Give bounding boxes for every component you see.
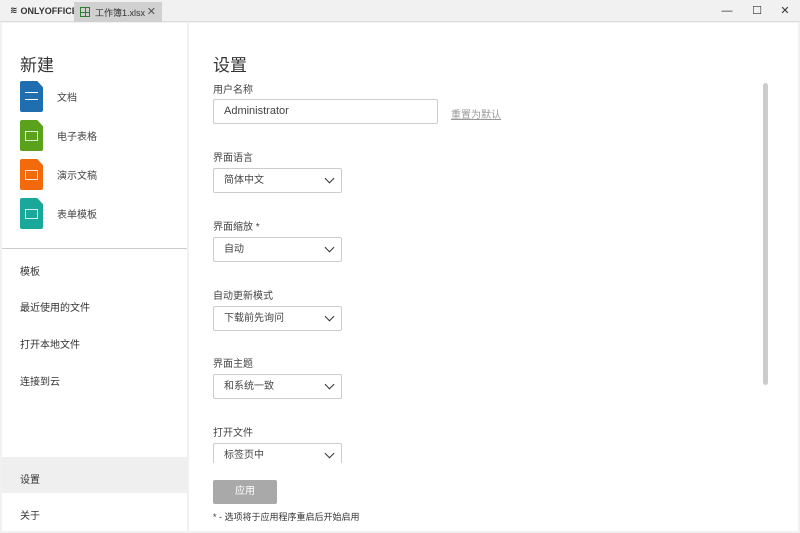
new-title: 新建 xyxy=(20,56,54,75)
username-input[interactable]: Administrator xyxy=(213,99,438,124)
language-select[interactable]: 简体中文 xyxy=(213,168,342,193)
apply-button[interactable]: 应用 xyxy=(213,480,277,504)
layers-icon: ≋ xyxy=(10,5,18,15)
update-mode-select[interactable]: 下载前先询问 xyxy=(213,306,342,331)
theme-label: 界面主题 xyxy=(213,359,253,370)
nav-open-local[interactable]: 打开本地文件 xyxy=(20,336,80,351)
form-icon xyxy=(20,198,43,229)
chevron-down-icon xyxy=(324,311,335,322)
open-file-label: 打开文件 xyxy=(213,428,253,439)
restart-note: * - 选项将于应用程序重启后开始启用 xyxy=(213,512,360,522)
spreadsheet-icon xyxy=(20,120,43,151)
open-file-select[interactable]: 标签页中 xyxy=(213,443,342,463)
new-form-template[interactable]: 表单模板 xyxy=(20,198,97,229)
update-mode-label: 自动更新模式 xyxy=(213,291,273,302)
tab-workbook[interactable]: 工作簿1.xlsx ✕ xyxy=(74,2,162,22)
nav-connect-cloud[interactable]: 连接到云 xyxy=(20,373,60,388)
new-spreadsheet[interactable]: 电子表格 xyxy=(20,120,97,151)
username-label: 用户名称 xyxy=(213,85,253,96)
presentation-icon xyxy=(20,159,43,190)
sidebar: 新建 文档 电子表格 演示文稿 表单模板 模板 最近使用的文件 打开本地文件 连… xyxy=(2,23,187,531)
settings-panel: 设置 用户名称 Administrator 重置为默认 界面语言 简体中文 界面… xyxy=(189,23,798,531)
chevron-down-icon xyxy=(324,379,335,390)
maximize-button[interactable]: ☐ xyxy=(742,2,772,20)
chevron-down-icon xyxy=(324,448,335,459)
nav-settings[interactable]: 设置 xyxy=(20,471,40,486)
nav-recent-files[interactable]: 最近使用的文件 xyxy=(20,299,90,314)
chevron-down-icon xyxy=(324,242,335,253)
close-tab-icon[interactable]: ✕ xyxy=(147,5,156,18)
page-title: 设置 xyxy=(213,56,247,75)
new-presentation[interactable]: 演示文稿 xyxy=(20,159,97,190)
scrollbar[interactable] xyxy=(763,83,768,385)
close-button[interactable]: ✕ xyxy=(770,2,800,20)
new-document[interactable]: 文档 xyxy=(20,81,77,112)
title-bar: ≋ ONLYOFFICE 工作簿1.xlsx ✕ — ☐ ✕ xyxy=(0,0,800,22)
chevron-down-icon xyxy=(324,173,335,184)
minimize-button[interactable]: — xyxy=(712,2,742,20)
scaling-label: 界面缩放 * xyxy=(213,222,260,233)
spreadsheet-icon xyxy=(80,7,90,17)
theme-select[interactable]: 和系统一致 xyxy=(213,374,342,399)
divider xyxy=(2,248,187,249)
nav-about[interactable]: 关于 xyxy=(20,507,40,522)
app-logo: ≋ ONLYOFFICE xyxy=(10,5,78,16)
nav-templates[interactable]: 模板 xyxy=(20,263,40,278)
document-icon xyxy=(20,81,43,112)
language-label: 界面语言 xyxy=(213,153,253,164)
scaling-select[interactable]: 自动 xyxy=(213,237,342,262)
reset-default-link[interactable]: 重置为默认 xyxy=(451,106,501,121)
scroll-clip: 标签页中 xyxy=(189,443,749,463)
